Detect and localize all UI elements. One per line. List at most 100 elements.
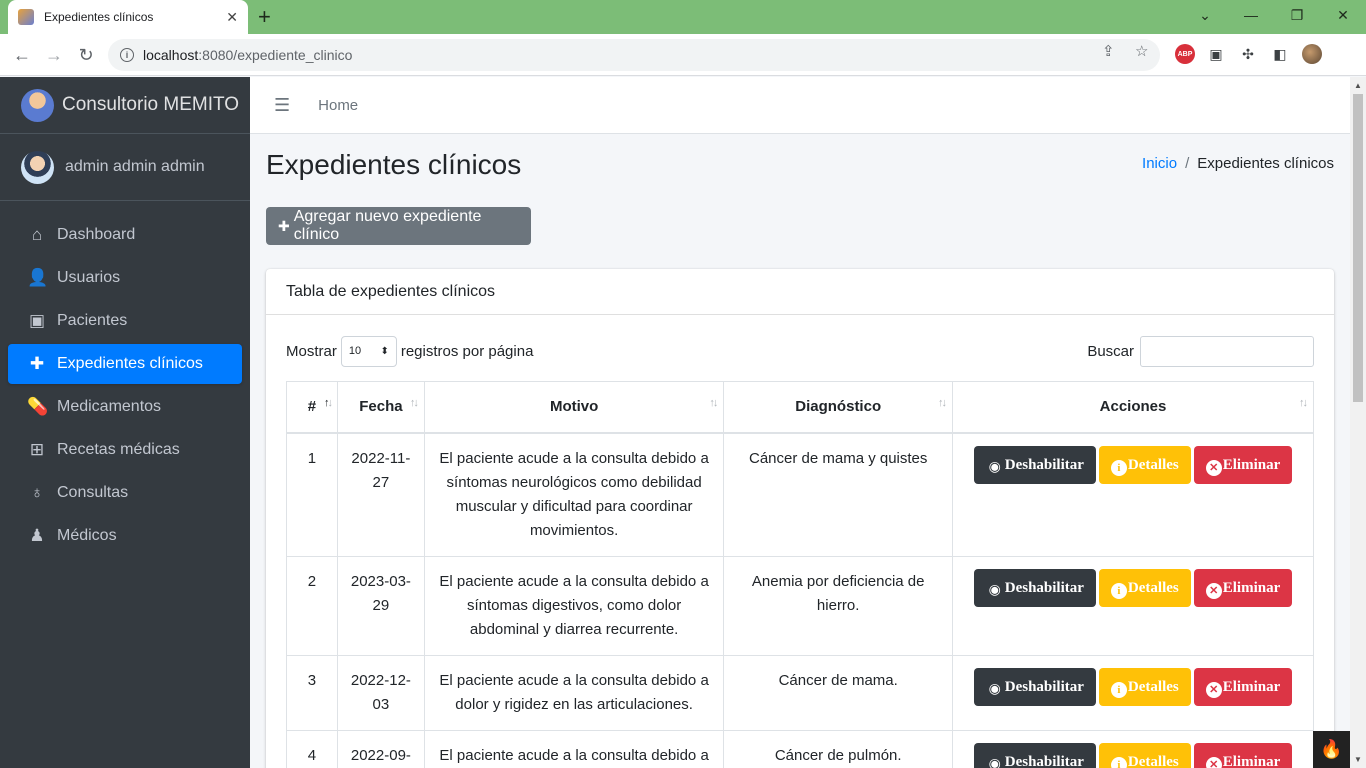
info-icon: i [1110,681,1127,698]
brand-name: Consultorio MEMITO [62,94,240,115]
disable-button[interactable]: ◉ Deshabilitar [973,445,1096,484]
user-panel[interactable]: admin admin admin [0,134,250,201]
column-header[interactable]: # ↑↓ [286,381,338,434]
tab-search-icon[interactable]: ⌄ [1182,0,1228,30]
sidebar-item-usuarios[interactable]: 👤 Usuarios [8,258,242,298]
page-size-select[interactable]: 10 ⬍ [340,335,397,367]
restore-icon[interactable]: ❐ [1274,0,1320,30]
scrollbar-thumb[interactable] [1353,94,1363,402]
table-row: 1 2022-11-27 El paciente acude a la consul… [286,432,1314,557]
browser-tab[interactable]: Expedientes clínicos ✕ [8,0,248,34]
home-link[interactable]: Home [318,97,358,114]
delete-button-label: Eliminar [1222,678,1281,695]
sort-icon: ↑↓ [409,397,419,409]
cell-fecha: 2022-12-03 [336,654,425,731]
cell-motivo: El paciente acude a la consulta debido a… [423,432,725,557]
adblock-icon[interactable]: ABP [1175,44,1195,64]
menu-toggle-icon[interactable]: ☰ [274,95,290,116]
sidebar-item-label: Consultas [57,484,129,501]
details-button[interactable]: i Detalles [1098,742,1191,768]
app-navbar: ☰ Home [250,77,1350,134]
sidebar: Consultorio MEMITO admin admin admin ⌂ Da… [0,77,250,768]
records-card: Tabla de expedientes clínicos Mostrar 10… [266,269,1334,768]
table-body: 1 2022-11-27 El paciente acude a la consul… [286,432,1314,768]
details-button-label: Detalles [1127,579,1179,596]
sort-icon: ↑↓ [1299,397,1308,409]
details-button[interactable]: i Detalles [1098,568,1191,607]
page-length-control: Mostrar 10 ⬍ registros por página [286,335,533,367]
info-icon: i [1110,582,1127,599]
search-label: Buscar [1087,342,1134,360]
medkit-icon: ✚ [278,217,290,234]
times-circle-icon: ✕ [1205,582,1222,599]
sidebar-item-label: Recetas médicas [57,441,180,458]
user-avatar [21,150,54,184]
delete-button-label: Eliminar [1222,753,1281,768]
cell-diagnostico: Cáncer de mama. [723,654,954,731]
column-header[interactable]: Diagnóstico ↑↓ [723,381,954,434]
disable-button[interactable]: ◉ Deshabilitar [973,742,1096,768]
sidebar-item-médicos[interactable]: ♟ Médicos [8,516,242,556]
browser-tab-bar: Expedientes clínicos ✕ + ⌄ — ❐ ✕ [0,0,1366,34]
page-scrollbar[interactable]: ▲ ▼ [1350,77,1366,768]
sidebar-item-dashboard[interactable]: ⌂ Dashboard [8,215,242,255]
column-header[interactable]: Fecha ↑↓ [336,381,425,434]
share-icon[interactable]: ⇪ [1102,42,1115,60]
cell-diagnostico: Cáncer de pulmón. [723,729,954,768]
disable-button[interactable]: ◉ Deshabilitar [973,568,1096,607]
delete-button[interactable]: ✕ Eliminar [1193,742,1293,768]
brand-logo-icon [21,88,54,122]
bookmark-star-icon[interactable]: ☆ [1135,42,1148,60]
favicon-icon [18,9,34,25]
sort-icon: ↑↓ [938,397,947,409]
sidebar-item-medicamentos[interactable]: 💊 Medicamentos [8,387,242,427]
extensions-puzzle-icon[interactable]: ✣ [1238,44,1258,64]
sidebar-item-pacientes[interactable]: ▣ Pacientes [8,301,242,341]
column-header-label: # [307,398,317,416]
search-input[interactable] [1140,335,1314,367]
column-header[interactable]: Motivo ↑↓ [423,381,725,434]
eye-slash-icon: ◉ [988,582,1001,598]
tab-title: Expedientes clínicos [44,10,154,24]
forward-icon[interactable]: → [42,43,66,67]
site-info-icon[interactable]: i [120,48,134,62]
sidebar-item-expedientes-clínicos[interactable]: ✚ Expedientes clínicos [8,344,242,384]
sidebar-nav: ⌂ Dashboard 👤 Usuarios ▣ Pacientes ✚ Expediente… [0,201,250,556]
column-header[interactable]: Acciones ↑↓ [952,381,1314,434]
window-close-icon[interactable]: ✕ [1320,0,1366,30]
content-area: Expedientes clínicos Inicio / Expedientes … [250,134,1350,768]
delete-button[interactable]: ✕ Eliminar [1193,667,1293,706]
picture-in-picture-icon[interactable]: ▣ [1206,44,1226,64]
details-button[interactable]: i Detalles [1098,667,1191,706]
table-header-row: # ↑↓ Fecha ↑↓ Motivo ↑↓ Diagnóstico ↑↓ Acciones ↑… [286,381,1314,434]
doctor-icon: ♟ [29,526,45,545]
sidebar-item-consultas[interactable]: ♁ Consultas [8,473,242,513]
sidebar-item-recetas-médicas[interactable]: ⊞ Recetas médicas [8,430,242,470]
new-tab-button[interactable]: + [258,4,271,30]
scroll-down-icon[interactable]: ▼ [1354,755,1362,764]
table-row: 4 2022-09- El paciente acude a la consulta… [286,729,1314,768]
cell-id: 4 [286,729,338,768]
delete-button[interactable]: ✕ Eliminar [1193,568,1293,607]
delete-button-label: Eliminar [1222,579,1281,596]
add-record-button[interactable]: ✚ Agregar nuevo expediente clínico [266,207,531,245]
details-button[interactable]: i Detalles [1098,445,1191,484]
minimize-icon[interactable]: — [1228,0,1274,30]
delete-button[interactable]: ✕ Eliminar [1193,445,1293,484]
scroll-up-icon[interactable]: ▲ [1354,81,1362,90]
breadcrumb-home-link[interactable]: Inicio [1142,155,1177,172]
side-panel-icon[interactable]: ◧ [1270,44,1290,64]
sidebar-item-label: Medicamentos [57,398,162,415]
back-icon[interactable]: ← [10,43,34,67]
medkit-icon: ✚ [29,354,45,373]
debug-flame-icon[interactable]: 🔥 [1313,731,1350,768]
tab-close-icon[interactable]: ✕ [226,9,238,26]
address-bar[interactable]: i localhost:8080/expediente_clinico [108,39,1160,71]
eye-slash-icon: ◉ [988,459,1001,475]
brand-link[interactable]: Consultorio MEMITO [0,77,250,134]
reload-icon[interactable]: ↻ [74,43,98,67]
info-icon: i [1110,756,1127,768]
profile-avatar[interactable] [1302,44,1322,64]
disable-button[interactable]: ◉ Deshabilitar [973,667,1096,706]
stethoscope-icon: ♁ [30,483,44,502]
